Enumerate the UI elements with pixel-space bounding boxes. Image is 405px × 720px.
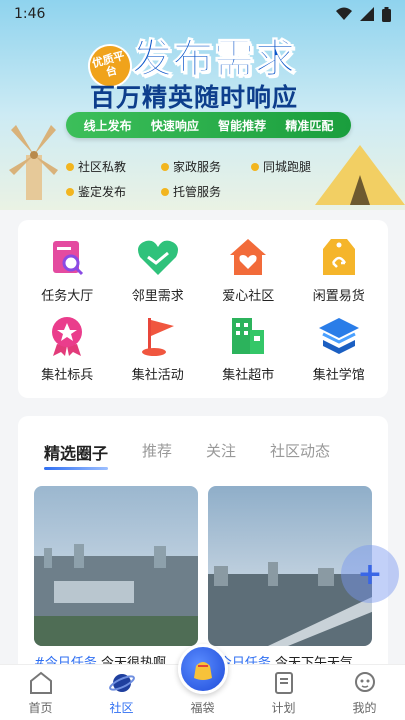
grid-item-label: 集社标兵 (41, 368, 94, 383)
tab-community-feed[interactable]: 社区动态 (270, 440, 330, 464)
service-tag[interactable]: 同城跑腿 (251, 158, 351, 175)
nav-plan[interactable]: 计划 (254, 669, 314, 716)
bullet-icon (251, 162, 259, 171)
feature-grid: 任务大厅 邻里需求 爱心社区 闲置易货 集社标兵 集社活动 集社超市 集社学馆 (18, 220, 388, 398)
city-photo (34, 486, 198, 646)
feature-pill: 线上发布 快速响应 智能推荐 精准匹配 (66, 112, 351, 138)
academy-cap-icon (318, 318, 359, 354)
bullet-icon (66, 162, 74, 171)
lucky-bag-icon (194, 662, 212, 680)
nav-label: 社区 (109, 701, 134, 715)
grid-item-label: 邻里需求 (131, 289, 184, 304)
grid-item-idle-barter[interactable]: 闲置易货 (294, 230, 385, 309)
grid-item-love-community[interactable]: 爱心社区 (203, 230, 294, 309)
grid-item-label: 爱心社区 (222, 289, 275, 304)
wifi-icon (336, 7, 352, 20)
grid-item-activities[interactable]: 集社活动 (113, 309, 204, 388)
status-bar: 1:46 (0, 0, 405, 28)
house-heart-icon (230, 239, 267, 275)
banner-subline: 百万精英随时响应 (90, 83, 299, 112)
status-time: 1:46 (14, 6, 46, 22)
grid-item-label: 集社超市 (222, 368, 275, 383)
banner-headline: 发布需求 (132, 36, 296, 83)
tab-recommended[interactable]: 推荐 (142, 440, 172, 464)
nav-profile[interactable]: 我的 (335, 669, 395, 716)
bullet-icon (161, 187, 169, 196)
bullet-icon (66, 187, 74, 196)
battery-icon (382, 6, 391, 22)
service-tag[interactable]: 鉴定发布 (66, 183, 161, 200)
lucky-bag-button[interactable] (178, 644, 228, 694)
grid-item-label: 任务大厅 (41, 289, 94, 304)
medal-star-icon (52, 317, 83, 356)
plan-icon (274, 672, 293, 694)
circle-tabs: 精选圈子 推荐 关注 社区动态 (34, 416, 372, 470)
service-tag[interactable]: 托管服务 (161, 183, 251, 200)
grid-item-label: 集社活动 (131, 368, 184, 383)
feature-label: 快速响应 (150, 118, 199, 133)
plus-icon: + (357, 556, 383, 592)
bullet-icon (161, 162, 169, 171)
grid-item-task-hall[interactable]: 任务大厅 (22, 230, 113, 309)
feature-label: 线上发布 (83, 118, 132, 133)
home-icon (29, 671, 52, 694)
tab-featured-circle[interactable]: 精选圈子 (44, 440, 109, 470)
post-image[interactable] (34, 486, 198, 646)
tab-following[interactable]: 关注 (206, 440, 236, 464)
nav-home[interactable]: 首页 (11, 669, 71, 716)
nav-label: 福袋 (190, 701, 215, 715)
post-grid (34, 486, 372, 646)
promo-banner[interactable]: 优质平台 发布需求 百万精英随时响应 线上发布 快速响应 智能推荐 精准匹配 社… (0, 0, 405, 210)
feature-label: 精准匹配 (285, 118, 334, 133)
grid-item-academy[interactable]: 集社学馆 (294, 309, 385, 388)
flag-icon (141, 318, 174, 356)
grid-item-model-member[interactable]: 集社标兵 (22, 309, 113, 388)
service-tags: 社区私教 家政服务 同城跑腿 鉴定发布 托管服务 (66, 158, 366, 200)
signal-icon (360, 7, 374, 21)
supermarket-icon (232, 318, 265, 354)
nav-label: 我的 (352, 701, 377, 715)
service-tag[interactable]: 家政服务 (161, 158, 251, 175)
grid-item-label: 闲置易货 (312, 289, 365, 304)
nav-label: 首页 (28, 701, 53, 715)
grid-item-neighbor-needs[interactable]: 邻里需求 (113, 230, 204, 309)
add-post-button[interactable]: + (341, 545, 399, 603)
task-board-icon (53, 241, 84, 276)
nav-community[interactable]: 社区 (92, 669, 152, 716)
grid-item-supermarket[interactable]: 集社超市 (203, 309, 294, 388)
planet-icon (108, 674, 135, 692)
feature-label: 智能推荐 (218, 118, 267, 133)
profile-icon (354, 672, 375, 692)
grid-item-label: 集社学馆 (312, 368, 365, 383)
nav-label: 计划 (271, 701, 296, 715)
service-tag[interactable]: 社区私教 (66, 158, 161, 175)
windmill-illustration (9, 125, 58, 200)
recycle-tag-icon (322, 239, 355, 275)
handshake-heart-icon (137, 240, 178, 275)
